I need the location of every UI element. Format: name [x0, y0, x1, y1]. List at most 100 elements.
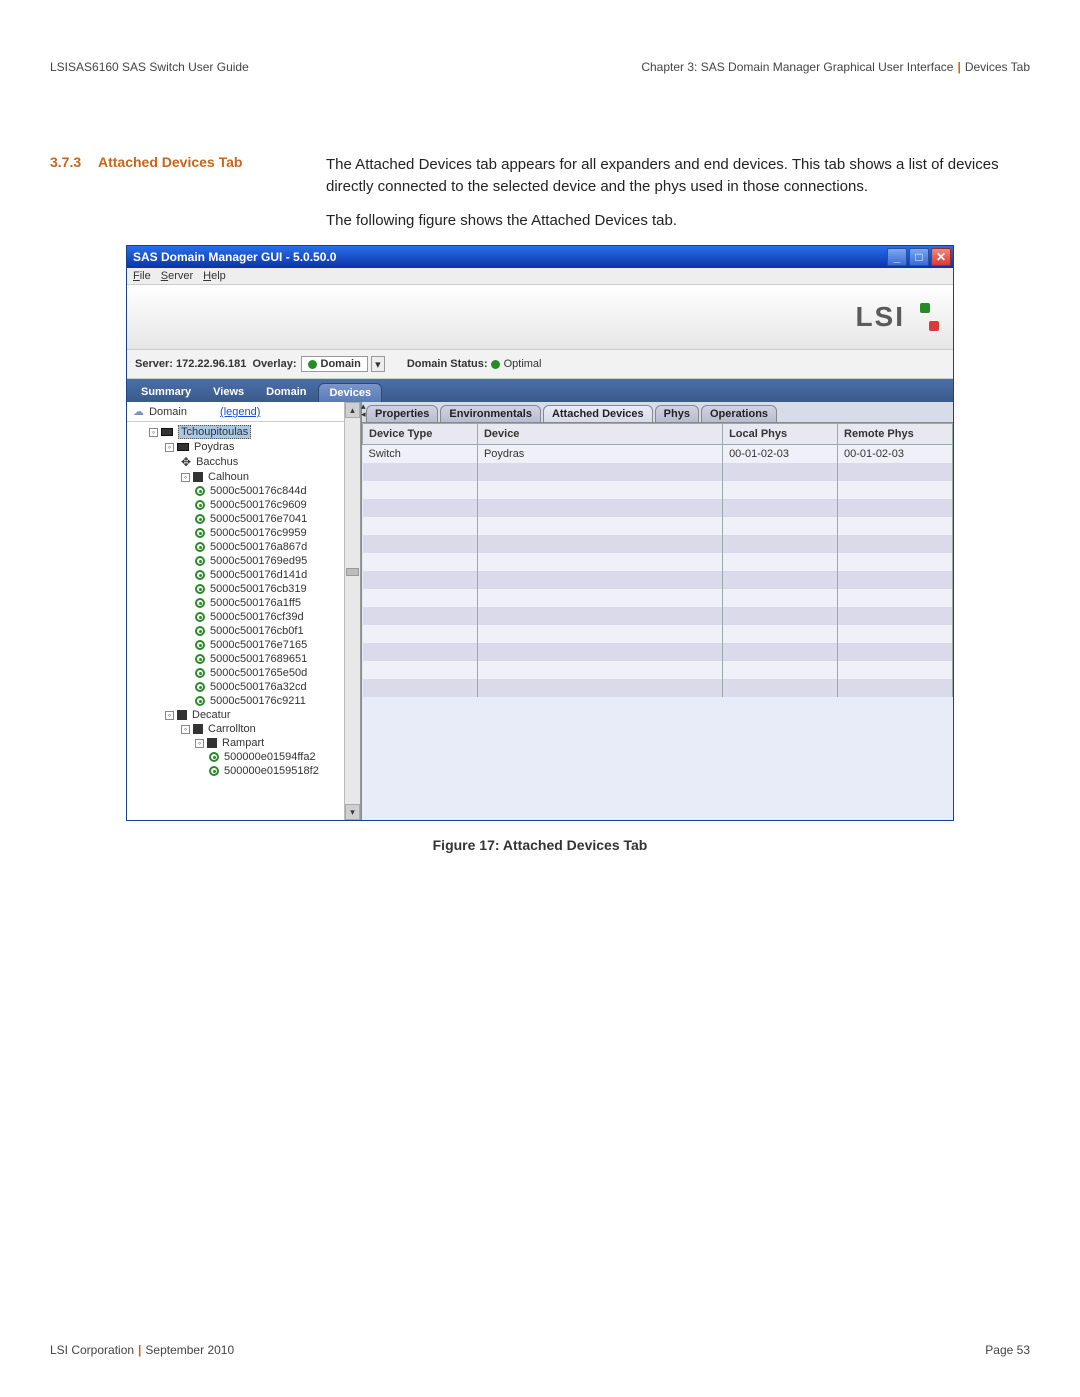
- scroll-up-button[interactable]: ▴: [345, 402, 360, 418]
- tree-node[interactable]: ◦ Tchoupitoulas: [135, 424, 356, 440]
- close-button[interactable]: ✕: [931, 248, 951, 266]
- splitter-handle[interactable]: ▴◂: [361, 402, 366, 418]
- detail-tab-attached-devices[interactable]: Attached Devices: [543, 405, 653, 422]
- tree-node-label: 5000c5001769ed95: [210, 555, 307, 567]
- tree-node-label: 5000c500176c9959: [210, 527, 307, 539]
- tree-node[interactable]: 5000c500176e7165: [135, 638, 356, 652]
- tree-node-label: 5000c5001765e50d: [210, 667, 307, 679]
- tree-node[interactable]: 5000c500176a1ff5: [135, 596, 356, 610]
- tree-node[interactable]: ✥ Bacchus: [135, 454, 356, 470]
- tree-node-label: 5000c50017689651: [210, 653, 307, 665]
- table-row-empty: [363, 643, 953, 661]
- maximize-button[interactable]: □: [909, 248, 929, 266]
- tree-toggle-icon[interactable]: ◦: [165, 443, 174, 452]
- detail-tab-properties[interactable]: Properties: [366, 405, 438, 422]
- tree-node[interactable]: 5000c50017689651: [135, 652, 356, 666]
- table-row-empty: [363, 463, 953, 481]
- menu-server[interactable]: Server: [161, 270, 193, 282]
- tree-node-label: Tchoupitoulas: [178, 425, 251, 439]
- table-row-empty: [363, 535, 953, 553]
- table-row-empty: [363, 517, 953, 535]
- table-row-empty: [363, 499, 953, 517]
- tree-node-label: 5000c500176a867d: [210, 541, 307, 553]
- header-left: LSISAS6160 SAS Switch User Guide: [50, 60, 249, 74]
- overlay-select[interactable]: Domain: [301, 356, 368, 372]
- tree-node[interactable]: 5000c500176c9959: [135, 526, 356, 540]
- overlay-dropdown-arrow[interactable]: ▾: [371, 356, 385, 372]
- tree-node[interactable]: 5000c500176a32cd: [135, 680, 356, 694]
- disk-icon: [209, 766, 219, 776]
- table-row-empty: [363, 625, 953, 643]
- tree-toggle-icon[interactable]: ◦: [181, 725, 190, 734]
- tree-node[interactable]: 5000c500176c9609: [135, 498, 356, 512]
- disk-icon: [195, 514, 205, 524]
- tree-node[interactable]: 5000c500176cb0f1: [135, 624, 356, 638]
- col-header[interactable]: Local Phys: [723, 424, 838, 445]
- detail-tab-environmentals[interactable]: Environmentals: [440, 405, 541, 422]
- disk-icon: [195, 570, 205, 580]
- section-number: 3.7.3: [50, 154, 98, 231]
- col-header[interactable]: Device Type: [363, 424, 478, 445]
- tree-node-label: 5000c500176c9211: [210, 695, 306, 707]
- tree-scrollbar[interactable]: ▴ ▾: [344, 402, 360, 820]
- menu-file[interactable]: File: [133, 270, 151, 282]
- disk-icon: [209, 752, 219, 762]
- tree-toggle-icon[interactable]: ◦: [165, 711, 174, 720]
- tab-devices[interactable]: Devices: [318, 383, 382, 402]
- col-header[interactable]: Device: [477, 424, 722, 445]
- attached-devices-table: Device TypeDeviceLocal PhysRemote Phys S…: [362, 423, 953, 697]
- disk-icon: [195, 598, 205, 608]
- tree-node[interactable]: 5000c500176cf39d: [135, 610, 356, 624]
- tree-node-label: 5000c500176a1ff5: [210, 597, 301, 609]
- tree-root-label[interactable]: Domain: [149, 406, 187, 418]
- tree-node-label: Poydras: [194, 441, 234, 453]
- legend-link[interactable]: (legend): [220, 406, 260, 418]
- status-row: Server: 172.22.96.181 Overlay: Domain ▾ …: [127, 349, 953, 379]
- tree-toggle-icon[interactable]: ◦: [195, 739, 204, 748]
- tree-node[interactable]: ◦ Rampart: [135, 736, 356, 750]
- col-header[interactable]: Remote Phys: [838, 424, 953, 445]
- menu-help[interactable]: Help: [203, 270, 226, 282]
- tree-node[interactable]: 500000e0159518f2: [135, 764, 356, 778]
- tree-node[interactable]: 5000c500176a867d: [135, 540, 356, 554]
- detail-tab-operations[interactable]: Operations: [701, 405, 777, 422]
- lsi-logo: LSI: [855, 301, 939, 333]
- disk-icon: [195, 584, 205, 594]
- tree-node[interactable]: 5000c500176c9211: [135, 694, 356, 708]
- logo-area: LSI: [127, 285, 953, 349]
- tree-node-label: Bacchus: [196, 456, 238, 468]
- tree-node[interactable]: ◦ Calhoun: [135, 470, 356, 484]
- tree-node[interactable]: 5000c500176e7041: [135, 512, 356, 526]
- tree-node-label: Calhoun: [208, 471, 249, 483]
- table-cell: 00-01-02-03: [723, 445, 838, 464]
- scroll-thumb[interactable]: [346, 568, 359, 576]
- tree-node[interactable]: 5000c5001769ed95: [135, 554, 356, 568]
- tree-node[interactable]: ◦ Carrollton: [135, 722, 356, 736]
- tab-views[interactable]: Views: [203, 383, 254, 402]
- switch-icon: [177, 443, 189, 451]
- titlebar[interactable]: SAS Domain Manager GUI - 5.0.50.0 _ □ ✕: [127, 246, 953, 268]
- tree-node-label: Rampart: [222, 737, 264, 749]
- table-row-empty: [363, 679, 953, 697]
- tree-toggle-icon[interactable]: ◦: [149, 428, 158, 437]
- tree-node[interactable]: 5000c5001765e50d: [135, 666, 356, 680]
- tree-node-label: Carrollton: [208, 723, 256, 735]
- scroll-down-button[interactable]: ▾: [345, 804, 360, 820]
- tree-node[interactable]: 5000c500176c844d: [135, 484, 356, 498]
- tree-node[interactable]: 5000c500176cb319: [135, 582, 356, 596]
- nav-tabs: SummaryViewsDomainDevices: [127, 379, 953, 402]
- tree-node[interactable]: 5000c500176d141d: [135, 568, 356, 582]
- tree-node[interactable]: ◦Decatur: [135, 708, 356, 722]
- detail-tab-phys[interactable]: Phys: [655, 405, 699, 422]
- minimize-button[interactable]: _: [887, 248, 907, 266]
- tree-toggle-icon[interactable]: ◦: [181, 473, 190, 482]
- disk-icon: [195, 612, 205, 622]
- tab-summary[interactable]: Summary: [131, 383, 201, 402]
- tree-node[interactable]: ◦ Poydras: [135, 440, 356, 454]
- tab-domain[interactable]: Domain: [256, 383, 316, 402]
- tree-node-label: 5000c500176cb319: [210, 583, 307, 595]
- tree-node[interactable]: 500000e01594ffa2: [135, 750, 356, 764]
- tree-node-label: 5000c500176c9609: [210, 499, 307, 511]
- table-row[interactable]: SwitchPoydras00-01-02-0300-01-02-03: [363, 445, 953, 464]
- initiator-icon: ✥: [181, 455, 191, 469]
